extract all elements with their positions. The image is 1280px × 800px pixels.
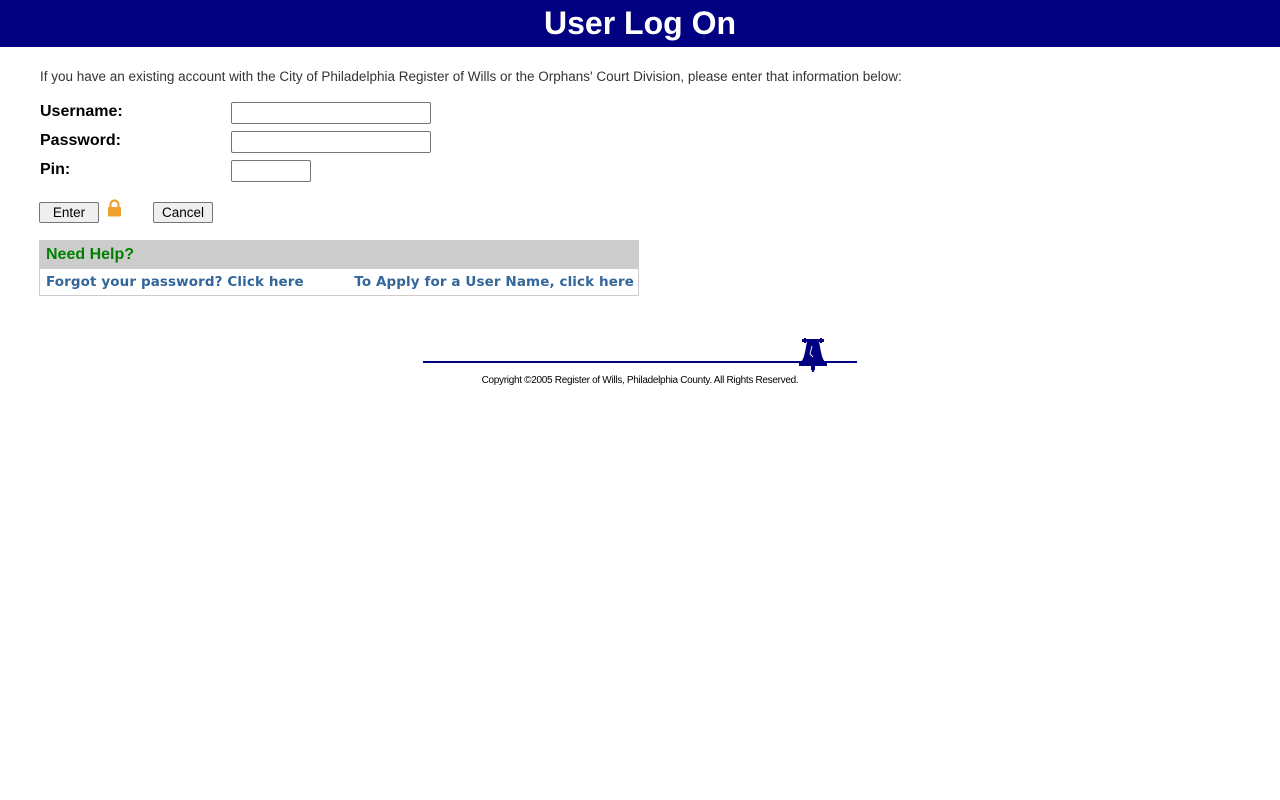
help-links: Forgot your password? Click here To Appl… — [40, 269, 638, 295]
help-heading: Need Help? — [46, 246, 135, 263]
enter-button[interactable]: Enter — [39, 202, 99, 223]
password-input[interactable] — [231, 131, 431, 153]
pin-input[interactable] — [231, 160, 311, 182]
liberty-bell-icon — [799, 338, 827, 372]
username-label: Username: — [40, 103, 123, 120]
footer-divider — [423, 361, 857, 363]
page-header: User Log On — [0, 0, 1280, 47]
help-panel: Need Help? Forgot your password? Click h… — [39, 240, 639, 296]
apply-username-link[interactable]: To Apply for a User Name, click here — [354, 274, 634, 290]
pin-label: Pin: — [40, 161, 71, 178]
cancel-button[interactable]: Cancel — [153, 202, 213, 223]
forgot-password-link[interactable]: Forgot your password? Click here — [46, 274, 304, 290]
copyright-text: Copyright ©2005 Register of Wills, Phila… — [481, 375, 799, 386]
lock-icon — [108, 199, 121, 217]
username-input[interactable] — [231, 102, 431, 124]
help-header: Need Help? — [40, 241, 638, 269]
page-title: User Log On — [543, 5, 736, 41]
intro-text: If you have an existing account with the… — [40, 69, 902, 84]
password-label: Password: — [40, 132, 121, 149]
